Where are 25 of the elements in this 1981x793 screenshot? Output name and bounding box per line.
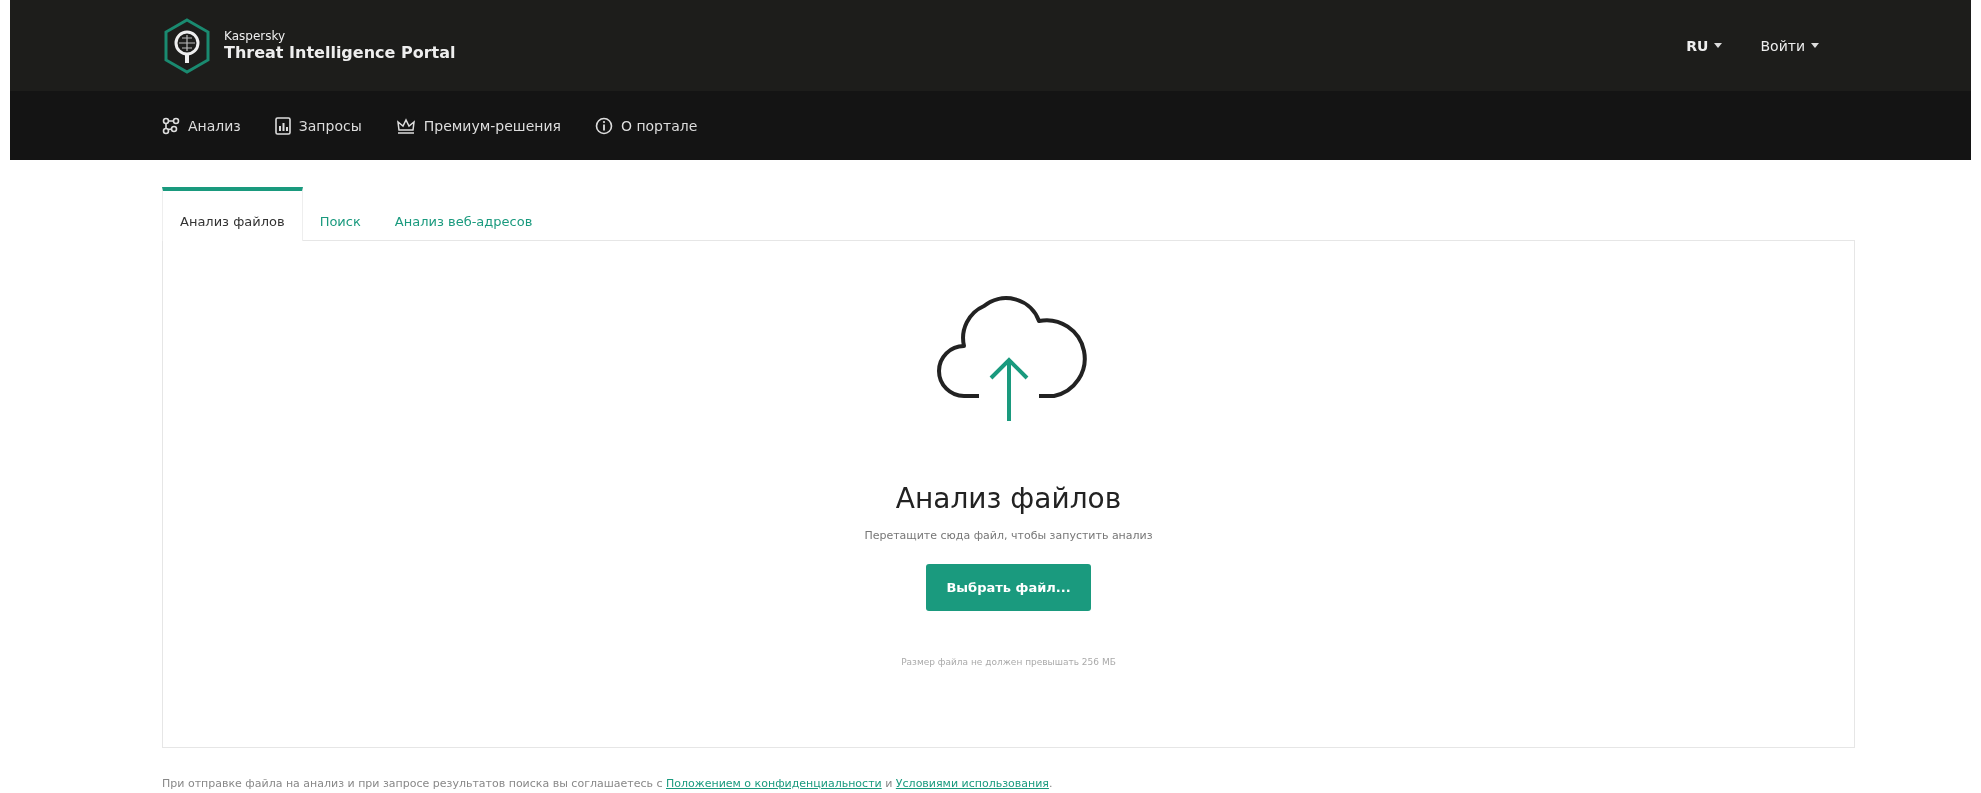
nav-link[interactable]: Запросы [274, 116, 362, 135]
report-icon [274, 116, 291, 135]
brand-name: Kaspersky [224, 29, 287, 43]
size-limit-text: Размер файла не должен превышать 256 МБ [901, 657, 1116, 667]
terms-of-use-link[interactable]: Условиями использования [895, 777, 1049, 790]
info-icon [594, 116, 613, 135]
upload-title: Анализ файлов [895, 482, 1122, 515]
tab[interactable]: Анализ веб-адресов [377, 187, 550, 241]
login-dropdown[interactable]: Войти [1760, 37, 1819, 54]
tab[interactable]: Анализ файлов [162, 187, 303, 241]
drop-hint: Перетащите сюда файл, чтобы запустить анализ [864, 529, 1153, 542]
caret-icon [1714, 43, 1723, 48]
privacy-policy-link[interactable]: Положением о конфиденциальности [666, 777, 882, 790]
nav-link[interactable]: Премиум-решения [395, 116, 561, 135]
language-dropdown[interactable]: RU [1686, 37, 1723, 54]
choose-file-button[interactable]: Выбрать файл... [926, 564, 1091, 611]
nav-link[interactable]: О портале [594, 116, 698, 135]
agreement-text: При отправке файла на анализ и при запросе результатов поиска вы соглашаетесь с Положением о конфиденциальности и Условиями использования. [162, 777, 1054, 790]
crown-icon [395, 116, 416, 135]
product-name: Threat Intelligence Portal [224, 43, 456, 62]
nav-link[interactable]: Анализ [162, 116, 241, 135]
logo-icon[interactable] [162, 17, 212, 74]
tab[interactable]: Поиск [302, 187, 378, 241]
caret-icon [1811, 43, 1819, 48]
nodes-icon [162, 116, 180, 135]
